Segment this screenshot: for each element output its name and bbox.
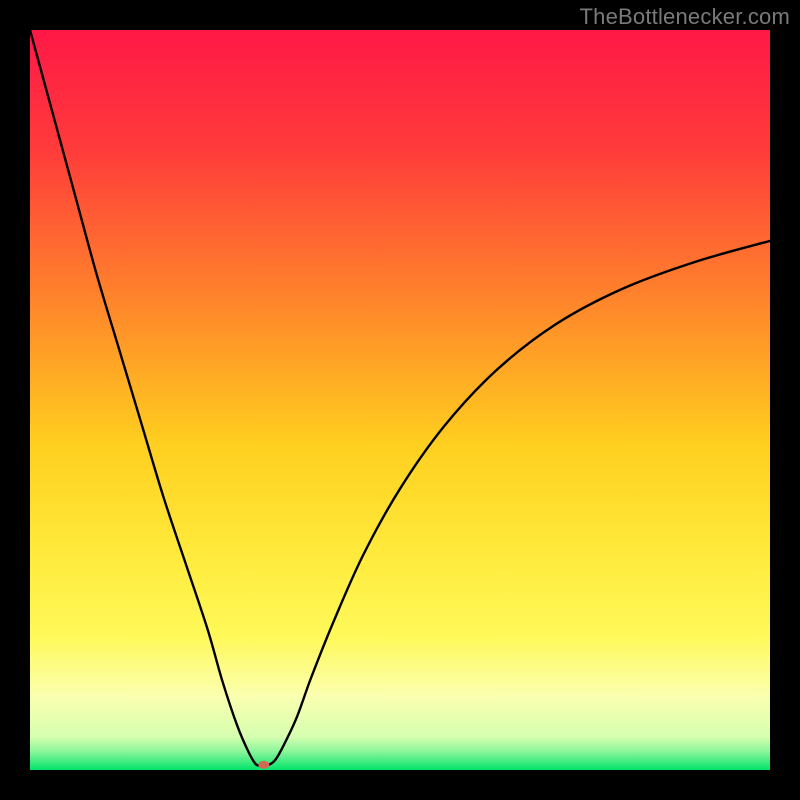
optimum-marker [258, 761, 269, 769]
gradient-background [30, 30, 770, 770]
chart-stage: TheBottlenecker.com [0, 0, 800, 800]
chart-svg [30, 30, 770, 770]
plot-area [30, 30, 770, 770]
watermark-text: TheBottlenecker.com [580, 4, 790, 30]
